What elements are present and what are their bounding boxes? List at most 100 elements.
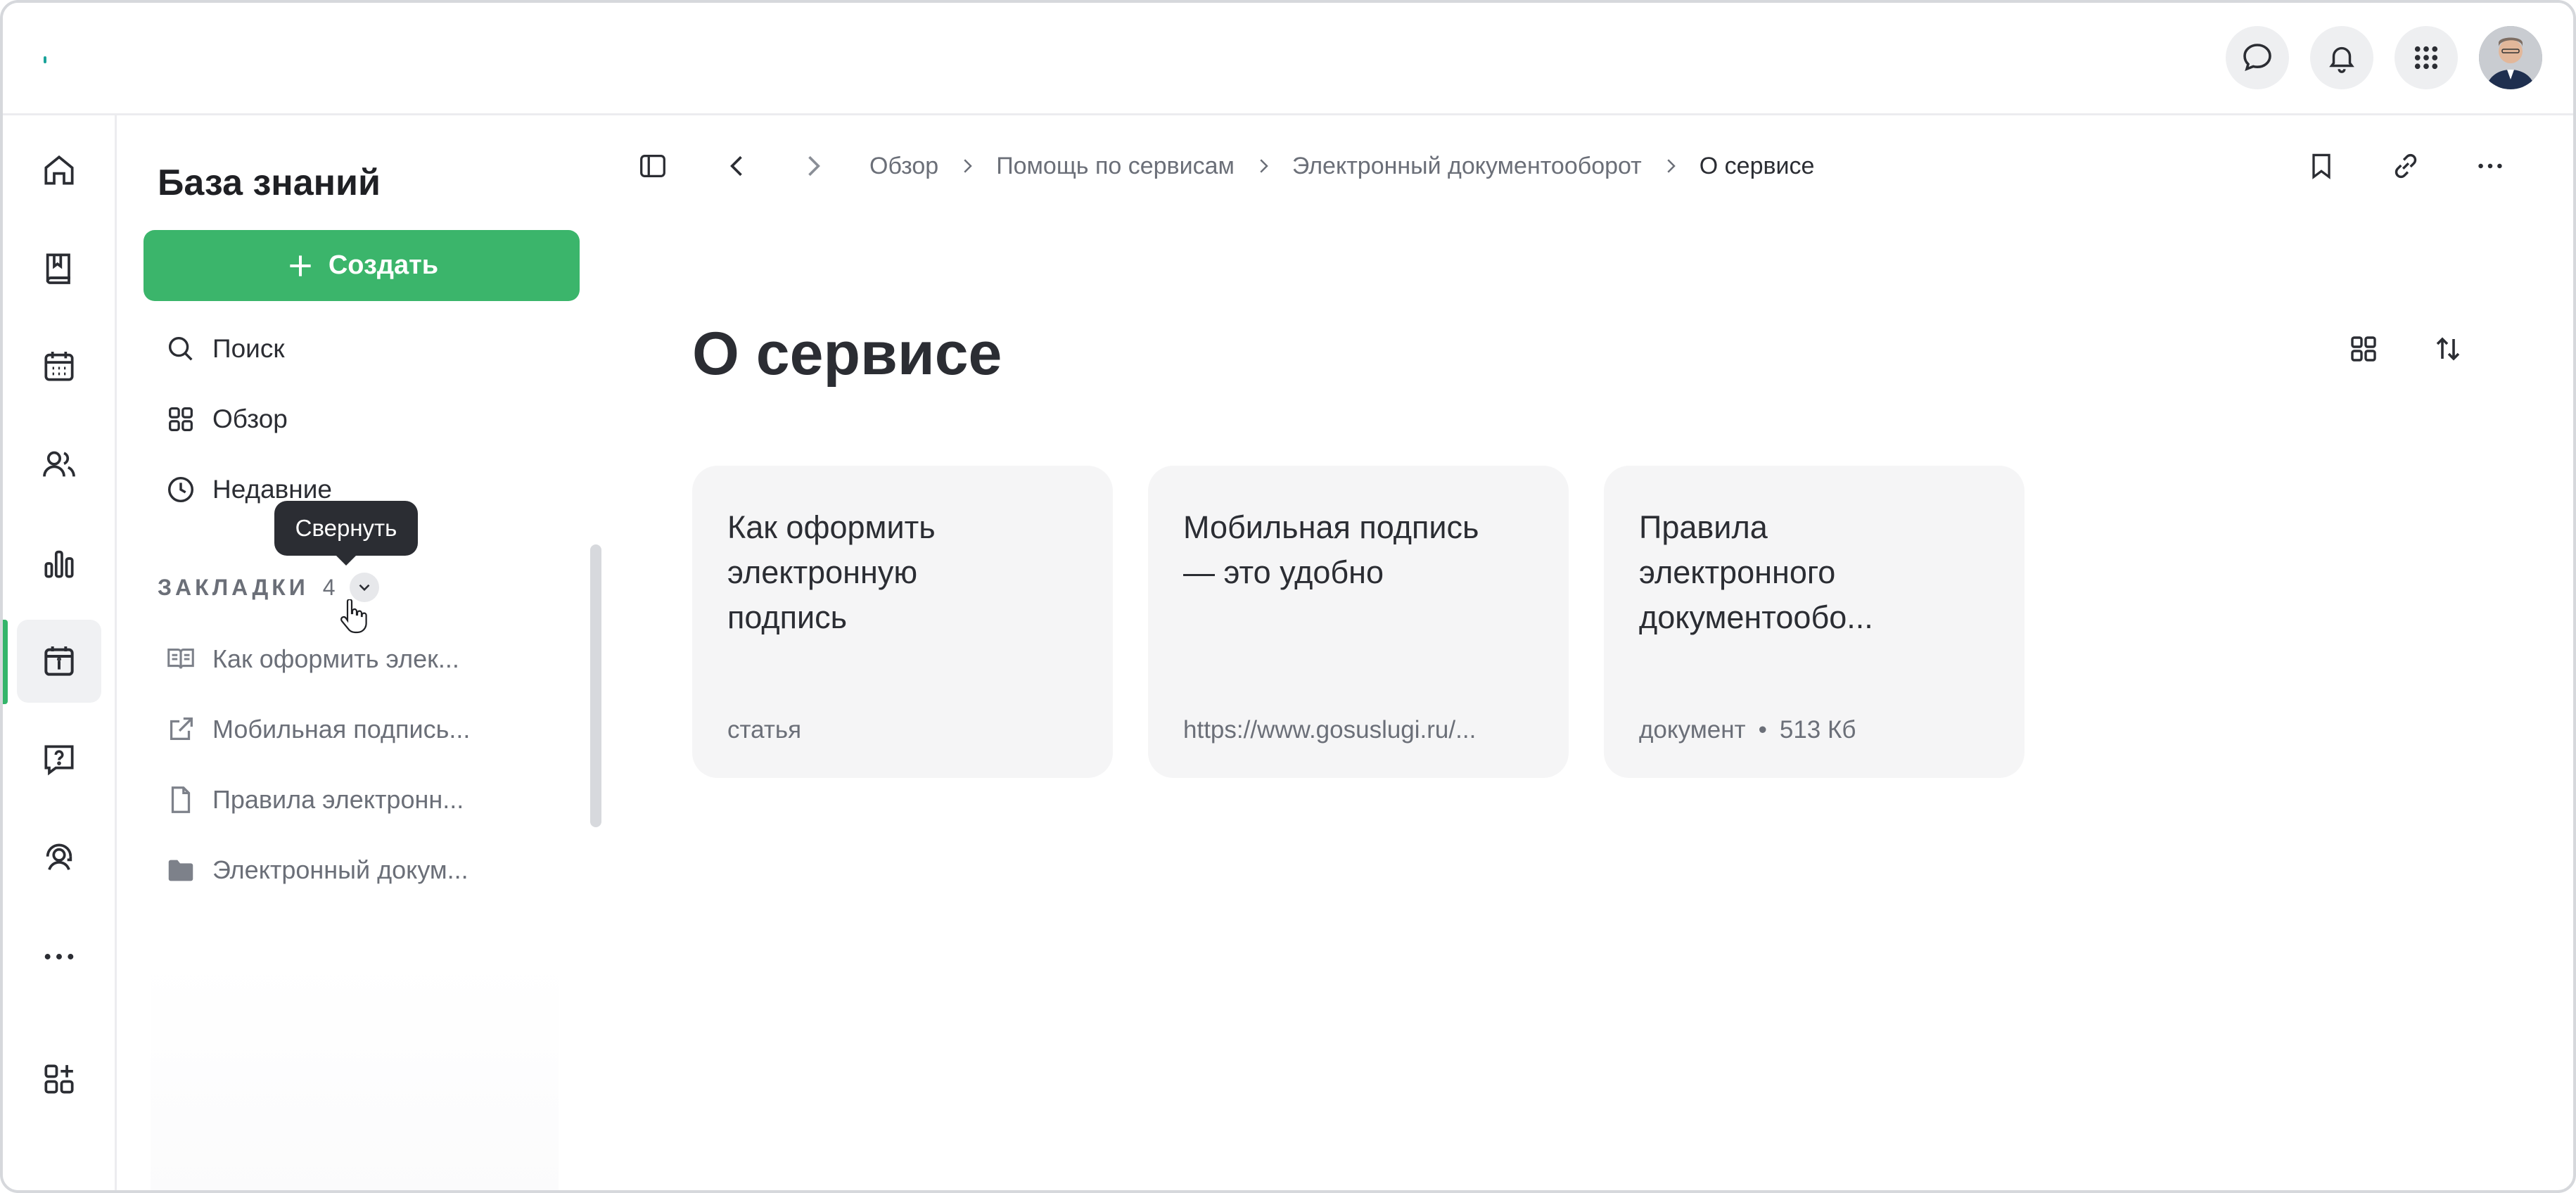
book-icon [39,248,79,288]
rail-library[interactable] [17,227,101,310]
bookmarks-header: ЗАКЛАДКИ 4 [158,573,379,602]
sidebar-item-search[interactable]: Поиск [165,328,285,370]
chevron-left-icon [722,151,753,181]
sidebar-panel-icon [637,150,669,182]
sort-arrows-icon [2431,332,2465,366]
card-type: статья [727,716,802,744]
bookmarks-count: 4 [322,574,336,600]
rail-active-indicator [3,620,8,704]
folder-icon [165,854,197,886]
bell-icon [2326,42,2358,74]
create-button-label: Создать [328,250,439,280]
page-title: О сервисе [692,320,1002,388]
forward-button[interactable] [793,146,833,186]
calendar-icon [39,347,79,386]
home-icon [39,151,79,190]
sidebar-empty-area [151,959,559,1190]
rail-calendar[interactable] [17,325,101,408]
sidebar-item-label: Поиск [212,334,285,363]
hand-cursor-icon [339,599,367,634]
breadcrumb-current: О сервисе [1699,152,1815,179]
question-chat-icon [39,740,79,779]
app-rail [3,115,117,1190]
card-meta: статья [727,716,801,744]
content-card[interactable]: Как оформить электронную подпись статья [692,466,1113,778]
card-title: Как оформить электронную подпись [727,509,936,635]
collapse-bookmarks-button[interactable] [349,573,379,602]
external-link-icon [165,713,197,746]
more-horizontal-icon [39,937,79,976]
view-mode-button[interactable] [2344,329,2383,369]
card-type: документ [1639,716,1746,744]
chevron-right-icon [798,151,829,181]
card-title: Мобильная подпись — это удобно [1183,509,1479,590]
more-options-button[interactable] [2470,146,2510,186]
separator-dot: • [1758,716,1767,744]
rail-more[interactable] [17,915,101,998]
rail-people[interactable] [17,423,101,506]
breadcrumb: Обзор Помощь по сервисам Электронный док… [869,148,1814,184]
chevron-right-icon [1253,155,1274,177]
bookmark-item[interactable]: Как оформить элек... [165,638,459,680]
user-avatar[interactable] [2479,26,2542,89]
card-meta: документ • 513 Кб [1639,716,1856,744]
bookmark-item[interactable]: Правила электронн... [165,779,464,821]
support-agent-icon [39,838,79,878]
card-meta: https://www.gosuslugi.ru/... [1183,716,1476,744]
article-icon [165,643,197,675]
toggle-sidebar-button[interactable] [633,146,672,186]
link-icon [2390,150,2422,182]
notifications-button[interactable] [2310,26,2373,89]
users-icon [39,445,79,485]
bookmark-item[interactable]: Мобильная подпись... [165,708,470,751]
knowledge-sidebar: База знаний Создать Поиск Обзор Недавние [119,115,611,1190]
bar-chart-icon [39,544,79,583]
app-window: База знаний Создать Поиск Обзор Недавние [0,0,2576,1193]
card-size: 513 Кб [1779,716,1856,744]
sidebar-item-overview[interactable]: Обзор [165,398,288,440]
clock-icon [165,473,197,506]
bookmark-item[interactable]: Электронный докум... [165,849,468,891]
sidebar-item-label: Обзор [212,404,288,433]
chat-button[interactable] [2226,26,2289,89]
card-url: https://www.gosuslugi.ru/... [1183,716,1477,744]
bookmarks-heading: ЗАКЛАДКИ [158,574,309,600]
info-board-icon [39,642,79,681]
bookmark-icon [2306,151,2337,181]
breadcrumb-item[interactable]: Помощь по сервисам [996,153,1235,180]
rail-support[interactable] [17,817,101,900]
chevron-right-icon [957,155,978,177]
rail-help[interactable] [17,718,101,801]
content-card[interactable]: Мобильная подпись — это удобно https://w… [1148,466,1569,778]
sidebar-item-label: Недавние [212,475,332,504]
plus-icon [285,250,316,281]
sort-button[interactable] [2428,329,2468,369]
logo[interactable] [44,56,46,63]
rail-add-widget[interactable] [17,1038,101,1121]
copy-link-button[interactable] [2386,146,2425,186]
bookmark-label: Как оформить элек... [212,644,459,673]
rail-home[interactable] [17,129,101,212]
back-button[interactable] [718,146,757,186]
content-card[interactable]: Правила электронного документообо... док… [1604,466,2025,778]
create-button[interactable]: Создать [144,230,580,301]
breadcrumb-item[interactable]: Обзор [869,153,938,180]
sidebar-title: База знаний [158,162,381,203]
bookmark-button[interactable] [2302,146,2341,186]
grid-icon [165,403,197,435]
more-horizontal-icon [2474,150,2506,182]
rail-knowledge-base[interactable] [17,620,101,703]
tooltip: Свернуть [274,501,418,566]
apps-button[interactable] [2395,26,2458,89]
rail-analytics[interactable] [17,522,101,605]
sidebar-scrollbar[interactable] [590,544,601,827]
bookmark-label: Мобильная подпись... [212,715,471,744]
search-icon [165,333,197,365]
grid-view-icon [2347,332,2380,366]
card-title: Правила электронного документообо... [1639,509,1873,635]
add-widget-icon [39,1059,79,1099]
chat-bubble-icon [2240,41,2274,75]
breadcrumb-item[interactable]: Электронный документооборот [1292,153,1642,180]
chevron-right-icon [1660,155,1681,177]
apps-grid-icon [2411,43,2441,72]
